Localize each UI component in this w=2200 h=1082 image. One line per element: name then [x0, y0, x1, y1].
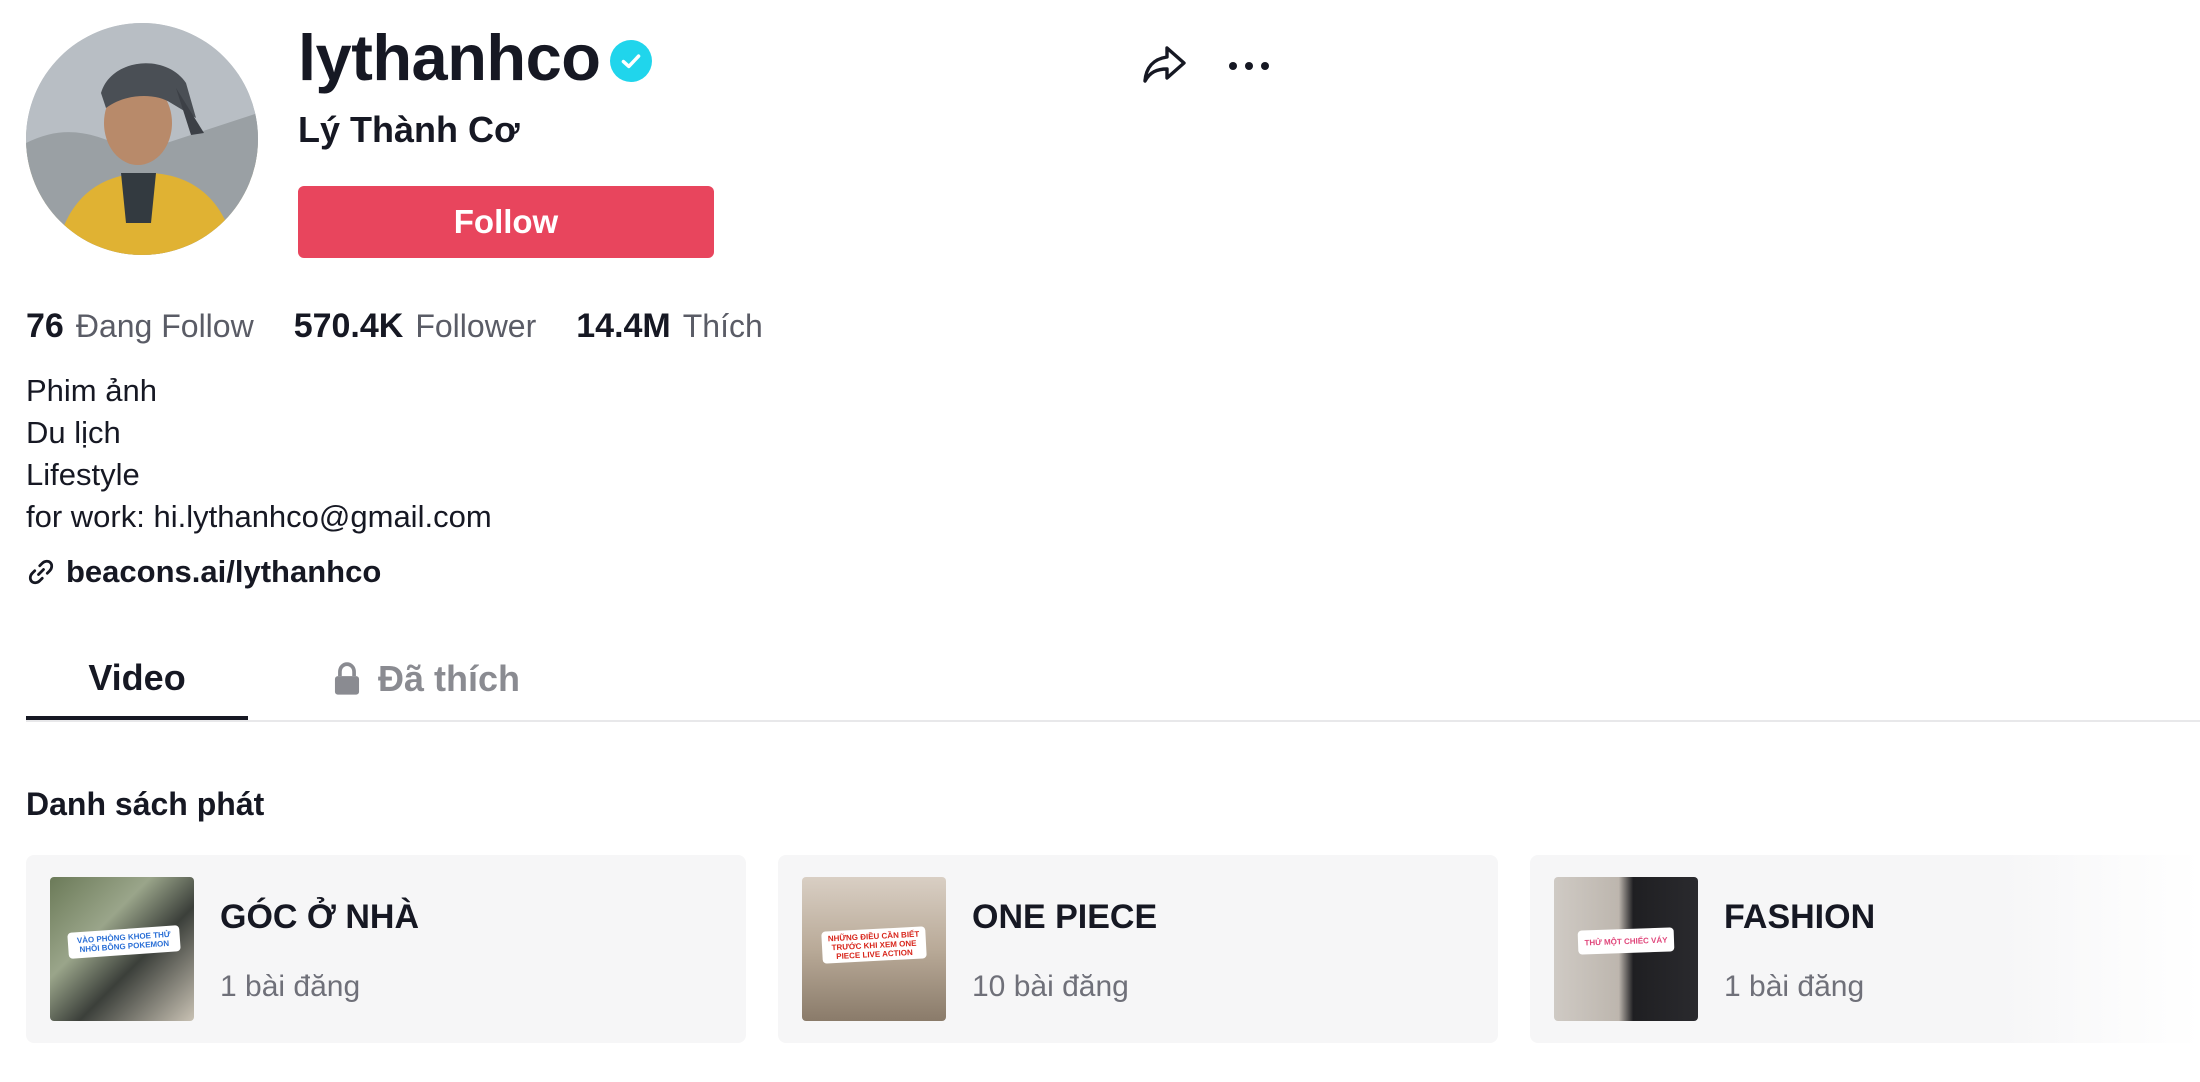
stat-label: Thích — [682, 308, 763, 344]
stat-followers[interactable]: 570.4K Follower — [294, 302, 537, 350]
stat-label: Follower — [415, 308, 537, 344]
bio-link[interactable]: beacons.ai/lythanhco — [26, 550, 381, 594]
stat-value: 14.4M — [576, 307, 671, 345]
tab-video[interactable]: Video — [26, 640, 248, 720]
playlist-card[interactable]: VÀO PHÒNG KHOE THỬ NHỒI BÔNG POKEMON GÓC… — [26, 855, 746, 1043]
lock-icon — [334, 662, 360, 695]
avatar-image — [26, 23, 258, 255]
playlist-post-count: 10 bài đăng — [972, 970, 1129, 1003]
tab-label: Đã thích — [377, 658, 520, 699]
profile-username: lythanhco — [298, 21, 601, 94]
share-icon[interactable] — [1140, 40, 1190, 90]
thumbnail-caption: THỬ MỘT CHIẾC VÁY — [1577, 927, 1675, 955]
bio-line: Lifestyle — [26, 457, 140, 492]
playlist-title: GÓC Ở NHÀ — [220, 898, 420, 936]
playlist-card[interactable]: NHỮNG ĐIỀU CẦN BIẾT TRƯỚC KHI XEM ONE PI… — [778, 855, 1498, 1043]
bio-line: Phim ảnh — [26, 373, 157, 408]
playlist-card[interactable]: THỬ MỘT CHIẾC VÁY FASHION 1 bài đăng — [1530, 855, 2200, 1043]
tab-label: Video — [88, 657, 186, 698]
playlist-thumbnail: NHỮNG ĐIỀU CẦN BIẾT TRƯỚC KHI XEM ONE PI… — [802, 877, 946, 1021]
bio-link-text: beacons.ai/lythanhco — [66, 554, 382, 589]
more-options-icon[interactable] — [1225, 45, 1275, 75]
profile-avatar[interactable] — [26, 23, 258, 255]
stat-likes: 14.4M Thích — [576, 302, 763, 350]
profile-display-name: Lý Thành Cơ — [298, 109, 520, 150]
playlist-title: ONE PIECE — [972, 898, 1158, 936]
follow-button[interactable]: Follow — [298, 186, 714, 258]
thumbnail-caption: NHỮNG ĐIỀU CẦN BIẾT TRƯỚC KHI XEM ONE PI… — [821, 926, 927, 964]
bio-line: Du lịch — [26, 415, 121, 450]
playlist-post-count: 1 bài đăng — [1724, 970, 1865, 1003]
stat-value: 570.4K — [293, 307, 404, 345]
verified-check-icon — [610, 40, 652, 82]
stat-label: Đang Follow — [75, 308, 254, 344]
playlists-heading: Danh sách phát — [26, 786, 265, 822]
bio-line: for work: hi.lythanhco@gmail.com — [26, 499, 492, 534]
playlist-thumbnail: VÀO PHÒNG KHOE THỬ NHỒI BÔNG POKEMON — [50, 877, 194, 1021]
thumbnail-caption: VÀO PHÒNG KHOE THỬ NHỒI BÔNG POKEMON — [67, 925, 181, 959]
profile-bio: Phim ảnh Du lịch Lifestyle for work: hi.… — [26, 370, 492, 538]
tab-liked[interactable]: Đã thích — [311, 640, 541, 718]
profile-tabs: Video Đã thích — [26, 640, 2200, 722]
playlist-title: FASHION — [1724, 898, 1876, 936]
stat-value: 76 — [26, 307, 64, 345]
link-icon — [28, 559, 54, 585]
stat-following[interactable]: 76 Đang Follow — [26, 302, 254, 350]
profile-stats: 76 Đang Follow 570.4K Follower 14.4M Thí… — [26, 302, 803, 350]
playlist-thumbnail: THỬ MỘT CHIẾC VÁY — [1554, 877, 1698, 1021]
playlist-post-count: 1 bài đăng — [220, 970, 361, 1003]
